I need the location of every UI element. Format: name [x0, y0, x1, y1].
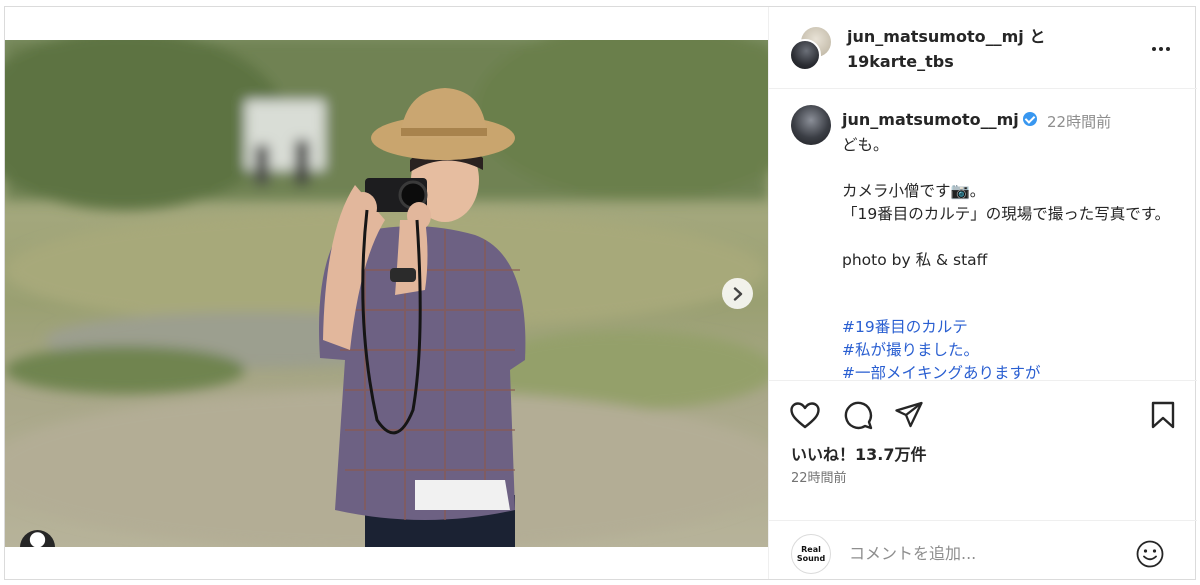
bookmark-icon — [1151, 401, 1175, 429]
send-icon — [895, 401, 923, 428]
comment-bar: Real Sound — [769, 520, 1197, 579]
hashtag-list: #19番目のカルテ #私が撮りました。 #一部メイキングありますが — [842, 316, 1041, 380]
tagged-users-button[interactable] — [20, 530, 55, 547]
likes-count[interactable]: いいね！13.7万件 — [791, 441, 926, 465]
header-connector: と — [1023, 27, 1046, 46]
post-side-panel: jun_matsumoto__mj と 19karte_tbs jun_mats… — [768, 7, 1197, 579]
comment-button[interactable] — [842, 399, 874, 431]
hashtag-link[interactable]: #私が撮りました。 — [842, 339, 1041, 362]
header-username-1[interactable]: jun_matsumoto__mj — [847, 27, 1024, 46]
like-button[interactable] — [789, 399, 821, 431]
collab-names: jun_matsumoto__mj と 19karte_tbs — [847, 24, 1045, 74]
chevron-right-icon — [733, 286, 742, 301]
header-username-2[interactable]: 19karte_tbs — [847, 52, 954, 71]
hashtag-link[interactable]: #19番目のカルテ — [842, 316, 1041, 339]
comment-icon — [844, 401, 873, 430]
current-user-avatar[interactable]: Real Sound — [791, 534, 831, 574]
verified-badge-icon — [1022, 112, 1037, 126]
avatar-jun[interactable] — [789, 39, 821, 71]
collab-avatars[interactable] — [789, 27, 833, 71]
comment-input[interactable] — [849, 538, 1129, 568]
save-button[interactable] — [1147, 399, 1179, 431]
post-frame: jun_matsumoto__mj と 19karte_tbs jun_mats… — [4, 6, 1197, 580]
next-slide-button[interactable] — [722, 278, 753, 309]
post-timestamp[interactable]: 22時間前 — [791, 467, 847, 486]
post-header: jun_matsumoto__mj と 19karte_tbs — [769, 7, 1197, 89]
logo-line-1: Real — [801, 545, 821, 554]
post-media — [5, 7, 768, 579]
user-icon — [29, 532, 46, 547]
caption-username[interactable]: jun_matsumoto__mj — [842, 110, 1019, 129]
emoji-button[interactable] — [1135, 539, 1165, 569]
smiley-icon — [1136, 540, 1164, 568]
caption-avatar[interactable] — [791, 105, 831, 145]
post-photo[interactable] — [5, 40, 768, 547]
more-options-icon[interactable] — [1147, 39, 1175, 59]
caption-username-row: jun_matsumoto__mj — [842, 110, 1037, 129]
post-actions: いいね！13.7万件 22時間前 — [769, 380, 1197, 520]
hashtag-link[interactable]: #一部メイキングありますが — [842, 362, 1041, 380]
logo-line-2: Sound — [796, 554, 826, 563]
caption-time[interactable]: 22時間前 — [1047, 111, 1111, 132]
caption-text: ども。 カメラ小僧です📷。 「19番目のカルテ」の現場で撮った写真です。 pho… — [842, 136, 1171, 269]
heart-icon — [790, 401, 820, 428]
photo-illustration — [5, 40, 768, 547]
share-button[interactable] — [893, 399, 925, 431]
caption-section: jun_matsumoto__mj 22時間前 ども。 カメラ小僧です📷。 「1… — [769, 90, 1197, 380]
